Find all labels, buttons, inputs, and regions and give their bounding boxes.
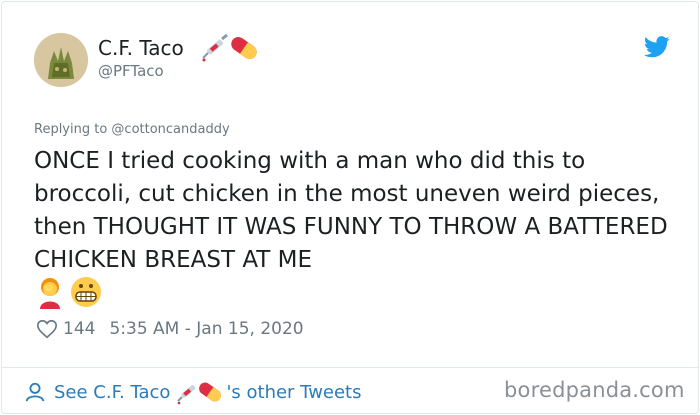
display-name[interactable]: C.F. Taco <box>98 36 184 60</box>
person-icon <box>25 382 45 402</box>
name-emoji-group <box>202 33 257 62</box>
tweet-card: C.F. Taco @PFTaco Replying to @cottoncan… <box>1 1 699 414</box>
user-handle[interactable]: @PFTaco <box>98 62 164 80</box>
twitter-bird-icon[interactable] <box>644 36 670 58</box>
grimacing-face-icon <box>71 277 101 307</box>
avatar[interactable] <box>34 33 88 87</box>
see-other-tweets-suffix[interactable]: 's other Tweets <box>226 382 361 403</box>
syringe-icon <box>202 33 228 62</box>
syringe-icon <box>177 385 196 405</box>
divider <box>2 367 698 368</box>
tweet-text: ONCE I tried cooking with a man who did … <box>34 148 668 273</box>
facepalm-woman-icon <box>40 278 60 309</box>
see-other-tweets-link[interactable]: See C.F. Taco 's other Tweets <box>24 378 362 406</box>
body-emoji-group <box>40 277 101 309</box>
see-other-tweets-prefix[interactable]: See C.F. Taco <box>54 382 170 403</box>
tweet-timestamp[interactable]: 5:35 AM - Jan 15, 2020 <box>109 319 303 339</box>
replying-to[interactable]: Replying to @cottoncandaddy <box>34 122 230 137</box>
tweet-meta: 144 5:35 AM - Jan 15, 2020 <box>36 316 304 342</box>
like-count[interactable]: 144 <box>63 319 95 339</box>
heart-icon[interactable] <box>36 318 58 340</box>
pill-icon <box>199 382 222 402</box>
pill-icon <box>231 36 257 60</box>
watermark: boredpanda.com <box>504 378 685 402</box>
footer-emoji-group <box>177 382 222 405</box>
